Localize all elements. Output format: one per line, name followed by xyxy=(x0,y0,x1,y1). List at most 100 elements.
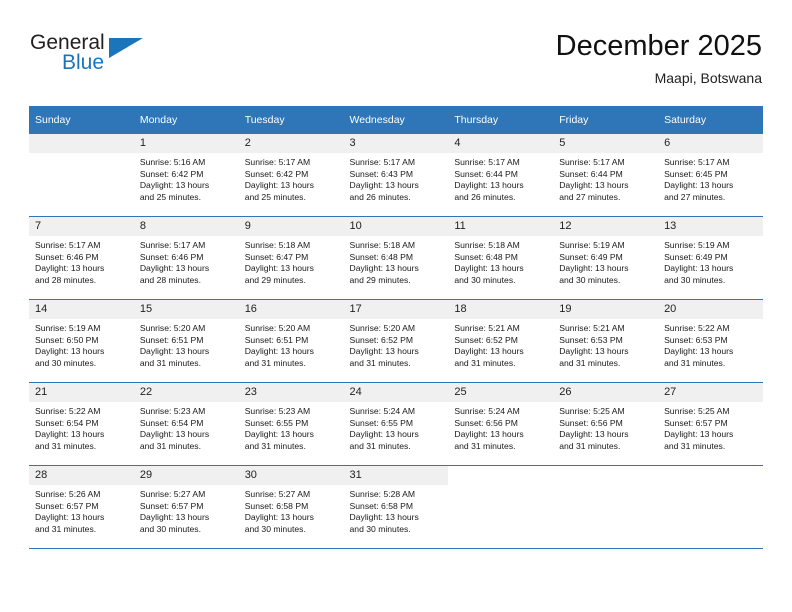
calendar-day-cell[interactable]: 19 Sunrise: 5:21 AM Sunset: 6:53 PM Dayligh… xyxy=(553,299,659,383)
calendar-day-cell[interactable]: 11 Sunrise: 5:18 AM Sunset: 6:48 PM Dayligh… xyxy=(448,216,554,300)
weekday-header-friday: Friday xyxy=(553,106,659,134)
calendar-day-cell[interactable]: 21 Sunrise: 5:22 AM Sunset: 6:54 PM Dayligh… xyxy=(29,382,134,466)
day-number: 8 xyxy=(133,217,239,236)
day-number: 31 xyxy=(343,466,449,485)
calendar-day-cell[interactable]: 15 Sunrise: 5:20 AM Sunset: 6:51 PM Dayligh… xyxy=(133,299,239,383)
day-detail-line: and 31 minutes. xyxy=(139,440,201,451)
calendar-day-cell[interactable]: 4 Sunrise: 5:17 AM Sunset: 6:44 PM Daylight… xyxy=(448,134,554,217)
day-detail-line: Sunset: 6:52 PM xyxy=(349,334,414,345)
calendar-page: General Blue December 2025 Maapi, Botswa… xyxy=(0,0,792,612)
calendar-day-cell[interactable]: 5 Sunrise: 5:17 AM Sunset: 6:44 PM Daylight… xyxy=(553,134,659,217)
calendar-day-cell[interactable]: 6 Sunrise: 5:17 AM Sunset: 6:45 PM Daylight… xyxy=(658,134,763,217)
day-detail-line: Sunset: 6:46 PM xyxy=(35,251,99,262)
calendar-day-cell[interactable]: 30 Sunrise: 5:27 AM Sunset: 6:58 PM Dayligh… xyxy=(238,465,344,549)
brand-logo[interactable]: General Blue xyxy=(30,32,210,92)
day-detail-line: Daylight: 13 hours xyxy=(454,429,524,440)
day-detail-line: Sunrise: 5:17 AM xyxy=(559,157,625,167)
day-detail-line: and 29 minutes. xyxy=(349,274,411,285)
calendar-day-cell[interactable]: 31 Sunrise: 5:28 AM Sunset: 6:58 PM Dayligh… xyxy=(343,465,449,549)
day-detail-line: Daylight: 13 hours xyxy=(349,512,419,523)
day-detail-line: and 31 minutes. xyxy=(559,357,621,368)
day-details: Sunrise: 5:16 AM Sunset: 6:42 PM Daylight:… xyxy=(134,153,239,203)
day-detail-line: Sunset: 6:56 PM xyxy=(454,417,518,428)
day-detail-line: and 31 minutes. xyxy=(35,523,97,534)
day-detail-line: Sunset: 6:50 PM xyxy=(35,334,99,345)
day-number: 6 xyxy=(658,134,763,153)
calendar-day-cell[interactable]: 1 Sunrise: 5:16 AM Sunset: 6:42 PM Daylight… xyxy=(133,134,239,217)
day-detail-line: Daylight: 13 hours xyxy=(664,180,734,191)
weekday-header-thursday: Thursday xyxy=(448,106,554,134)
calendar-day-cell[interactable]: 12 Sunrise: 5:19 AM Sunset: 6:49 PM Dayligh… xyxy=(553,216,659,300)
day-details: Sunrise: 5:23 AM Sunset: 6:54 PM Daylight:… xyxy=(134,402,239,452)
day-number: 14 xyxy=(29,300,134,319)
day-detail-line: Sunrise: 5:21 AM xyxy=(454,323,520,333)
day-number: 5 xyxy=(553,134,659,153)
day-detail-line: and 26 minutes. xyxy=(349,191,411,202)
calendar-day-cell[interactable]: 10 Sunrise: 5:18 AM Sunset: 6:48 PM Dayligh… xyxy=(343,216,449,300)
day-detail-line: Daylight: 13 hours xyxy=(664,263,734,274)
calendar-day-cell[interactable]: 8 Sunrise: 5:17 AM Sunset: 6:46 PM Daylight… xyxy=(133,216,239,300)
day-detail-line: Sunrise: 5:22 AM xyxy=(35,406,101,416)
calendar-day-cell[interactable]: 16 Sunrise: 5:20 AM Sunset: 6:51 PM Dayligh… xyxy=(238,299,344,383)
day-detail-line: Daylight: 13 hours xyxy=(349,346,419,357)
day-detail-line: and 25 minutes. xyxy=(244,191,306,202)
day-number xyxy=(658,466,763,485)
calendar-day-cell[interactable]: 13 Sunrise: 5:19 AM Sunset: 6:49 PM Dayligh… xyxy=(658,216,763,300)
day-details: Sunrise: 5:17 AM Sunset: 6:44 PM Daylight:… xyxy=(553,153,658,203)
day-detail-line: and 25 minutes. xyxy=(139,191,201,202)
calendar-day-cell[interactable]: 27 Sunrise: 5:25 AM Sunset: 6:57 PM Dayligh… xyxy=(658,382,763,466)
day-number: 18 xyxy=(448,300,554,319)
calendar-day-cell[interactable]: 23 Sunrise: 5:23 AM Sunset: 6:55 PM Dayligh… xyxy=(238,382,344,466)
calendar-header-row: Sunday Monday Tuesday Wednesday Thursday Frid… xyxy=(29,106,763,134)
title-block: December 2025 Maapi, Botswana xyxy=(556,28,762,88)
day-detail-line: Sunset: 6:47 PM xyxy=(244,251,309,262)
calendar-day-cell[interactable]: 18 Sunrise: 5:21 AM Sunset: 6:52 PM Dayligh… xyxy=(448,299,554,383)
day-details: Sunrise: 5:20 AM Sunset: 6:51 PM Daylight:… xyxy=(239,319,344,369)
day-detail-line: Daylight: 13 hours xyxy=(349,180,419,191)
weekday-header-saturday: Saturday xyxy=(658,106,763,134)
calendar-day-cell[interactable]: 20 Sunrise: 5:22 AM Sunset: 6:53 PM Dayligh… xyxy=(658,299,763,383)
calendar-day-cell[interactable]: 24 Sunrise: 5:24 AM Sunset: 6:55 PM Dayligh… xyxy=(343,382,449,466)
calendar-day-cell[interactable]: 29 Sunrise: 5:27 AM Sunset: 6:57 PM Dayligh… xyxy=(133,465,239,549)
day-detail-line: and 27 minutes. xyxy=(559,191,621,202)
day-detail-line: Daylight: 13 hours xyxy=(244,512,314,523)
day-detail-line: and 31 minutes. xyxy=(244,357,306,368)
day-details: Sunrise: 5:20 AM Sunset: 6:52 PM Daylight:… xyxy=(344,319,449,369)
calendar-day-cell[interactable]: 14 Sunrise: 5:19 AM Sunset: 6:50 PM Dayligh… xyxy=(29,299,134,383)
day-detail-line: Sunrise: 5:24 AM xyxy=(454,406,520,416)
day-detail-line: Sunset: 6:53 PM xyxy=(664,334,728,345)
day-number: 28 xyxy=(29,466,134,485)
weekday-header-sunday: Sunday xyxy=(29,106,134,134)
calendar-day-cell[interactable]: 25 Sunrise: 5:24 AM Sunset: 6:56 PM Dayligh… xyxy=(448,382,554,466)
day-detail-line: Sunset: 6:56 PM xyxy=(559,417,623,428)
day-detail-line: Sunset: 6:42 PM xyxy=(139,168,204,179)
calendar-day-cell[interactable]: 17 Sunrise: 5:20 AM Sunset: 6:52 PM Dayligh… xyxy=(343,299,449,383)
calendar-week-row: 7 Sunrise: 5:17 AM Sunset: 6:46 PM Daylight… xyxy=(29,216,763,300)
day-number: 19 xyxy=(553,300,659,319)
day-detail-line: Sunset: 6:49 PM xyxy=(559,251,623,262)
day-detail-line: Sunrise: 5:18 AM xyxy=(244,240,311,250)
day-detail-line: Daylight: 13 hours xyxy=(139,429,210,440)
calendar-day-cell[interactable]: 26 Sunrise: 5:25 AM Sunset: 6:56 PM Dayligh… xyxy=(553,382,659,466)
calendar-day-cell[interactable]: 9 Sunrise: 5:18 AM Sunset: 6:47 PM Daylight… xyxy=(238,216,344,300)
day-number: 11 xyxy=(448,217,554,236)
day-detail-line: Sunrise: 5:19 AM xyxy=(559,240,625,250)
day-number: 20 xyxy=(658,300,763,319)
calendar-day-cell[interactable]: 3 Sunrise: 5:17 AM Sunset: 6:43 PM Daylight… xyxy=(343,134,449,217)
day-detail-line: Sunset: 6:42 PM xyxy=(244,168,309,179)
day-detail-line: Daylight: 13 hours xyxy=(139,180,210,191)
calendar-day-cell[interactable]: 28 Sunrise: 5:26 AM Sunset: 6:57 PM Dayligh… xyxy=(29,465,134,549)
day-number xyxy=(553,466,659,485)
weekday-header-wednesday: Wednesday xyxy=(343,106,449,134)
calendar-day-cell[interactable]: 22 Sunrise: 5:23 AM Sunset: 6:54 PM Dayligh… xyxy=(133,382,239,466)
calendar-day-cell[interactable]: 7 Sunrise: 5:17 AM Sunset: 6:46 PM Daylight… xyxy=(29,216,134,300)
day-detail-line: and 28 minutes. xyxy=(35,274,97,285)
weekday-header-monday: Monday xyxy=(133,106,239,134)
calendar-week-row: 14 Sunrise: 5:19 AM Sunset: 6:50 PM Dayligh… xyxy=(29,299,763,383)
day-detail-line: Sunrise: 5:17 AM xyxy=(244,157,311,167)
day-detail-line: Sunrise: 5:21 AM xyxy=(559,323,625,333)
day-detail-line: and 30 minutes. xyxy=(349,523,411,534)
calendar-day-cell[interactable]: 2 Sunrise: 5:17 AM Sunset: 6:42 PM Daylight… xyxy=(238,134,344,217)
day-details: Sunrise: 5:26 AM Sunset: 6:57 PM Daylight:… xyxy=(29,485,134,535)
day-number: 16 xyxy=(238,300,344,319)
